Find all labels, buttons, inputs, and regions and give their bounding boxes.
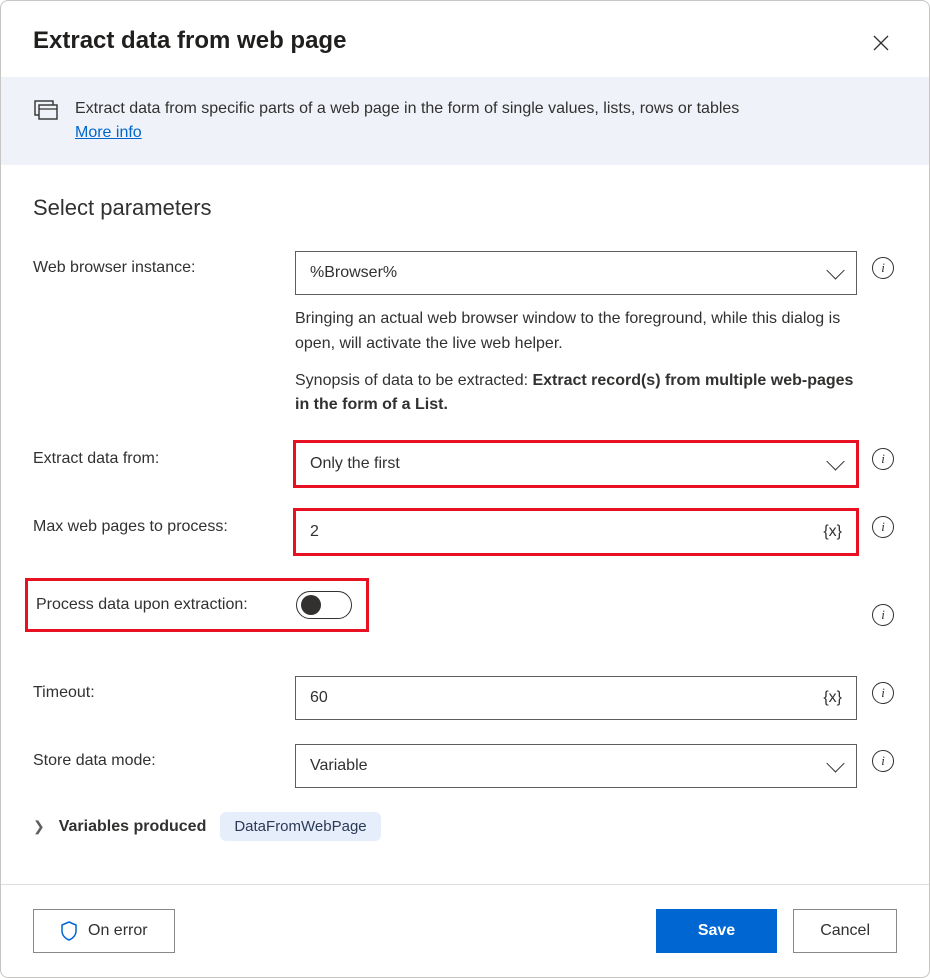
info-icon[interactable]: i	[872, 604, 894, 626]
more-info-link[interactable]: More info	[75, 124, 142, 141]
variables-produced-label: Variables produced	[59, 818, 207, 836]
process-data-toggle[interactable]	[296, 591, 352, 619]
info-icon[interactable]: i	[872, 448, 894, 470]
browser-instance-select[interactable]: %Browser%	[295, 251, 857, 295]
cancel-button[interactable]: Cancel	[793, 909, 897, 953]
banner-text: Extract data from specific parts of a we…	[75, 100, 739, 117]
process-data-label: Process data upon extraction:	[28, 596, 278, 614]
variable-badge[interactable]: DataFromWebPage	[220, 812, 380, 841]
max-pages-input[interactable]: 2 {x}	[295, 510, 857, 554]
info-icon[interactable]: i	[872, 257, 894, 279]
extract-from-select[interactable]: Only the first	[295, 442, 857, 486]
shield-icon	[60, 921, 78, 941]
close-button[interactable]	[865, 27, 897, 59]
close-icon	[873, 35, 889, 51]
store-mode-value: Variable	[310, 757, 368, 775]
section-title: Select parameters	[33, 195, 897, 221]
save-button[interactable]: Save	[656, 909, 777, 953]
web-extract-icon	[33, 97, 59, 123]
variable-token-icon[interactable]: {x}	[823, 523, 842, 541]
info-icon[interactable]: i	[872, 682, 894, 704]
extract-from-label: Extract data from:	[33, 442, 283, 468]
info-icon[interactable]: i	[872, 516, 894, 538]
browser-instance-label: Web browser instance:	[33, 251, 283, 277]
store-mode-label: Store data mode:	[33, 744, 283, 770]
browser-instance-value: %Browser%	[310, 264, 397, 282]
max-pages-value: 2	[310, 523, 319, 541]
synopsis-text: Synopsis of data to be extracted: Extrac…	[295, 369, 857, 419]
dialog-title: Extract data from web page	[33, 27, 346, 55]
store-mode-select[interactable]: Variable	[295, 744, 857, 788]
process-data-highlight: Process data upon extraction:	[25, 578, 369, 632]
max-pages-label: Max web pages to process:	[33, 510, 283, 536]
timeout-input[interactable]: 60 {x}	[295, 676, 857, 720]
info-banner: Extract data from specific parts of a we…	[1, 77, 929, 165]
info-icon[interactable]: i	[872, 750, 894, 772]
on-error-button[interactable]: On error	[33, 909, 175, 953]
variable-token-icon[interactable]: {x}	[823, 689, 842, 707]
timeout-label: Timeout:	[33, 676, 283, 702]
browser-helper-text: Bringing an actual web browser window to…	[295, 307, 857, 357]
extract-from-value: Only the first	[310, 455, 400, 473]
variables-expand-caret[interactable]: ❯	[33, 818, 45, 835]
timeout-value: 60	[310, 689, 328, 707]
